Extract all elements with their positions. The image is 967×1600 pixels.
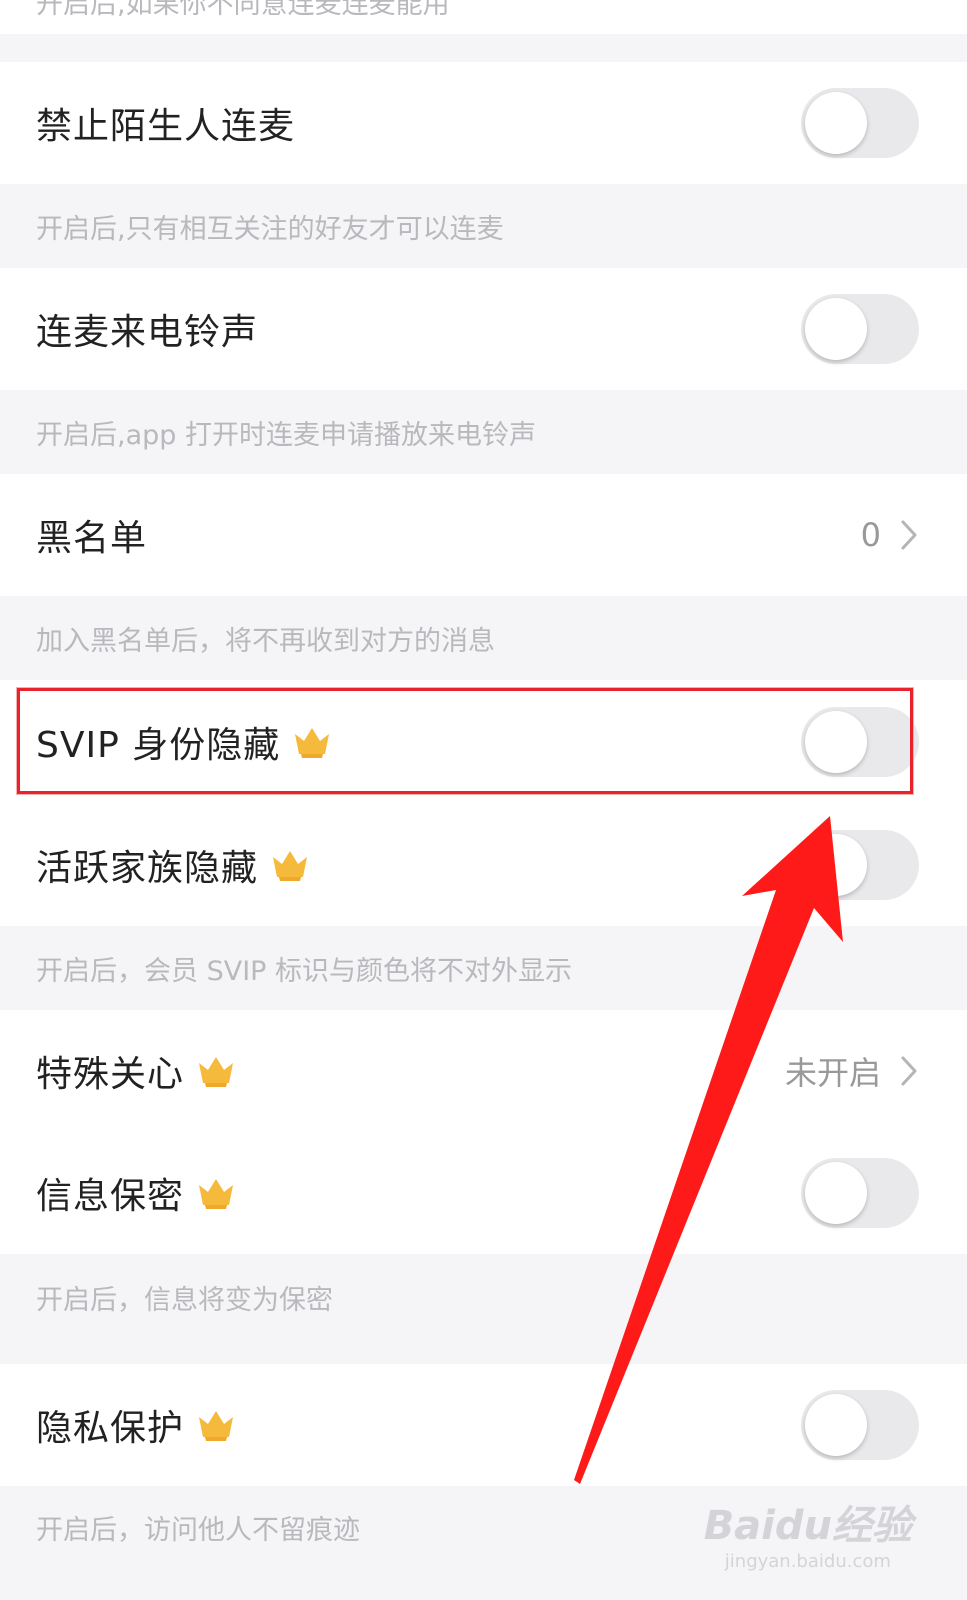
setting-note-text: 开启后，访问他人不留痕迹 — [36, 1515, 360, 1546]
special-care-status: 未开启 — [784, 1054, 881, 1092]
setting-label: 活跃家族隐藏 — [36, 839, 310, 891]
setting-note-text: 开启后,只有相互关注的好友才可以连麦 — [36, 213, 504, 245]
toggle-mic-ringtone[interactable] — [801, 294, 919, 364]
partial-note-top: 开启后,如果你不同意连麦连麦能用 — [0, 0, 967, 34]
setting-label: 隐私保护 — [36, 1399, 236, 1451]
setting-note-text: 开启后,app 打开时连麦申请播放来电铃声 — [36, 419, 536, 451]
toggle-privacy-protect[interactable] — [801, 1390, 919, 1460]
toggle-family-hide[interactable] — [801, 830, 919, 900]
setting-note-text: 加入黑名单后，将不再收到对方的消息 — [36, 625, 495, 657]
setting-row-privacy-protect[interactable]: 隐私保护 — [0, 1364, 967, 1486]
crown-icon — [273, 851, 308, 881]
setting-note-text: 开启后，信息将变为保密 — [36, 1285, 333, 1316]
setting-note: 开启后,app 打开时连麦申请播放来电铃声 — [0, 390, 967, 474]
crown-icon — [199, 1057, 234, 1087]
setting-row-info-secret[interactable]: 信息保密 — [0, 1132, 967, 1254]
chevron-right-icon — [901, 1056, 917, 1086]
toggle-knob — [805, 92, 867, 154]
setting-note: 开启后，信息将变为保密 — [0, 1254, 967, 1364]
setting-label-text: 活跃家族隐藏 — [36, 848, 259, 889]
baidu-watermark: Baidu经验 jingyan.baidu.com — [704, 1493, 912, 1572]
setting-row-special-care[interactable]: 特殊关心 未开启 — [0, 1010, 967, 1132]
toggle-knob — [805, 1394, 867, 1456]
setting-note: 加入黑名单后，将不再收到对方的消息 — [0, 596, 967, 680]
highlight-box — [17, 688, 913, 794]
setting-label: 特殊关心 — [36, 1045, 236, 1097]
watermark-logo-text: Baidu经验 — [703, 1503, 912, 1549]
setting-label: 禁止陌生人连麦 — [36, 106, 296, 147]
chevron-right-icon — [901, 520, 917, 550]
toggle-info-secret[interactable] — [801, 1158, 919, 1228]
setting-row-family-hide[interactable]: 活跃家族隐藏 — [0, 804, 967, 926]
blacklist-count: 0 — [860, 516, 881, 554]
setting-label-text: 特殊关心 — [36, 1054, 185, 1095]
setting-row-mic-ringtone[interactable]: 连麦来电铃声 — [0, 268, 967, 390]
toggle-block-stranger-mic[interactable] — [801, 88, 919, 158]
setting-label: 信息保密 — [36, 1167, 236, 1219]
toggle-knob — [805, 298, 867, 360]
setting-label-text: 信息保密 — [36, 1176, 185, 1217]
toggle-knob — [805, 1162, 867, 1224]
note-spacer — [0, 34, 967, 62]
partial-note-text: 开启后,如果你不同意连麦连麦能用 — [36, 0, 450, 20]
crown-icon — [199, 1411, 234, 1441]
setting-note: 开启后，会员 SVIP 标识与颜色将不对外显示 — [0, 926, 967, 1010]
setting-label: 连麦来电铃声 — [36, 312, 259, 353]
crown-icon — [199, 1179, 234, 1209]
setting-label: 黑名单 — [36, 518, 148, 559]
setting-row-block-stranger-mic[interactable]: 禁止陌生人连麦 — [0, 62, 967, 184]
setting-note-text: 开启后，会员 SVIP 标识与颜色将不对外显示 — [36, 955, 573, 987]
setting-label-text: 隐私保护 — [36, 1408, 185, 1449]
setting-note: 开启后,只有相互关注的好友才可以连麦 — [0, 184, 967, 268]
toggle-knob — [805, 834, 867, 896]
watermark-url: jingyan.baidu.com — [724, 1551, 891, 1572]
setting-row-blacklist[interactable]: 黑名单 0 — [0, 474, 967, 596]
